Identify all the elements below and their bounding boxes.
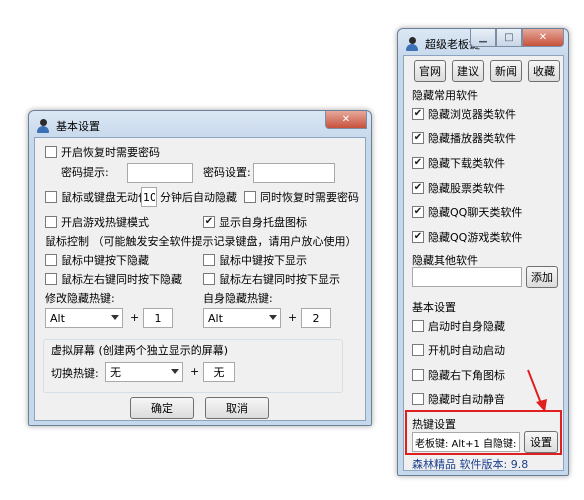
middle-hide-checkbox[interactable]: [45, 254, 57, 266]
close-button[interactable]: ✕: [325, 111, 367, 129]
restore-password-label: 开启恢复时需要密码: [61, 146, 160, 159]
autostart-label: 开机时自动启动: [428, 344, 505, 357]
hide-download-label: 隐藏下载类软件: [428, 157, 505, 170]
lr-show-label: 鼠标左右键同时按下显示: [219, 273, 340, 286]
hide-player-label: 隐藏播放器类软件: [428, 132, 516, 145]
self-plus-label: +: [288, 311, 298, 324]
auto-mute-checkbox[interactable]: [412, 393, 424, 405]
hide-on-start-label: 启动时自身隐藏: [428, 320, 505, 333]
hide-browser-checkbox[interactable]: ✔: [412, 108, 424, 120]
arrow-icon: [527, 369, 547, 412]
password-hint-input[interactable]: [127, 163, 193, 183]
restore-password-row: 开启恢复时需要密码: [45, 144, 160, 160]
tray-icon-checkbox[interactable]: ✔: [203, 216, 215, 228]
self-modifier-value: Alt: [208, 311, 223, 325]
self-modifier-select[interactable]: Alt: [203, 308, 281, 328]
other-software-input[interactable]: [412, 267, 522, 287]
idle-checkbox[interactable]: [45, 191, 57, 203]
hide-other-label: 隐藏其他软件: [412, 254, 478, 267]
boss-key-titlebar: 超级老板键: [404, 34, 480, 54]
game-mode-label: 开启游戏热键模式: [61, 216, 149, 229]
chevron-down-icon: [111, 315, 119, 320]
basic-settings-titlebar: 基本设置: [35, 116, 100, 136]
close-button[interactable]: ✕: [522, 29, 564, 47]
lr-show-checkbox[interactable]: [203, 273, 215, 285]
virtual-screen-label: 虚拟屏幕 (创建两个独立显示的屏幕): [51, 344, 229, 357]
switch-modifier-value: 无: [110, 366, 121, 379]
hide-browser-label: 隐藏浏览器类软件: [428, 108, 516, 121]
simultaneous-password-label: 同时恢复时需要密码: [260, 191, 359, 204]
game-mode-checkbox[interactable]: [45, 216, 57, 228]
hide-download-checkbox[interactable]: ✔: [412, 157, 424, 169]
modify-hide-hotkey-label: 修改隐藏热键:: [45, 292, 115, 305]
highlight-box: [405, 410, 562, 455]
idle-prefix-label: 鼠标或键盘无动作: [61, 191, 149, 204]
hide-player-checkbox[interactable]: ✔: [412, 132, 424, 144]
password-set-input[interactable]: [253, 163, 335, 183]
lr-hide-checkbox[interactable]: [45, 273, 57, 285]
hide-on-start-checkbox[interactable]: [412, 320, 424, 332]
idle-suffix-label: 分钟后自动隐藏: [160, 191, 237, 204]
restore-password-checkbox[interactable]: [45, 146, 57, 158]
hide-plus-label: +: [130, 311, 140, 324]
chevron-down-icon: [171, 369, 179, 374]
ok-button[interactable]: 确定: [130, 397, 194, 419]
hide-qq-game-label: 隐藏QQ游戏类软件: [428, 231, 523, 244]
basic-settings-title: 基本设置: [56, 120, 100, 133]
add-button[interactable]: 添加: [526, 266, 558, 288]
tray-icon-label: 显示自身托盘图标: [219, 216, 307, 229]
hide-common-label: 隐藏常用软件: [412, 89, 478, 102]
favorite-button[interactable]: 收藏: [528, 60, 560, 82]
idle-minutes-input[interactable]: [141, 187, 157, 207]
version-footer: 森林精品 软件版本: 9.8: [412, 458, 529, 471]
lr-hide-label: 鼠标左右键同时按下隐藏: [61, 273, 182, 286]
hide-qq-chat-checkbox[interactable]: ✔: [412, 206, 424, 218]
hide-modifier-value: Alt: [50, 311, 65, 325]
hide-modifier-select[interactable]: Alt: [45, 308, 123, 328]
minimize-icon: ▁: [479, 32, 487, 43]
middle-show-label: 鼠标中键按下显示: [219, 254, 307, 267]
mouse-control-label: 鼠标控制 （可能触发安全软件提示记录键盘，请用户放心使用）: [45, 235, 357, 248]
suggest-button[interactable]: 建议: [452, 60, 484, 82]
hide-stock-label: 隐藏股票类软件: [428, 182, 505, 195]
basic-settings-window: 基本设置 ✕ 开启恢复时需要密码 密码提示: 密码设置: 鼠标或键盘无动作 分钟…: [28, 110, 372, 426]
close-icon: ✕: [341, 114, 351, 125]
chevron-down-icon: [269, 315, 277, 320]
switch-hotkey-label: 切换热键:: [51, 367, 99, 380]
maximize-icon: □: [504, 32, 514, 43]
password-hint-label: 密码提示:: [61, 166, 109, 179]
hide-key-input[interactable]: [143, 308, 173, 328]
hide-tray-icon-checkbox[interactable]: [412, 369, 424, 381]
user-icon: [35, 118, 51, 134]
switch-key-input[interactable]: [203, 362, 235, 382]
switch-modifier-select[interactable]: 无: [105, 362, 183, 382]
hide-qq-game-checkbox[interactable]: ✔: [412, 231, 424, 243]
switch-plus-label: +: [190, 365, 200, 378]
password-set-label: 密码设置:: [203, 166, 251, 179]
user-icon: [404, 36, 420, 52]
middle-show-checkbox[interactable]: [203, 254, 215, 266]
close-icon: ✕: [538, 32, 548, 43]
hide-stock-checkbox[interactable]: ✔: [412, 182, 424, 194]
self-hide-hotkey-label: 自身隐藏热键:: [203, 292, 273, 305]
website-button[interactable]: 官网: [414, 60, 446, 82]
autostart-checkbox[interactable]: [412, 344, 424, 356]
cancel-button[interactable]: 取消: [205, 397, 269, 419]
news-button[interactable]: 新闻: [490, 60, 522, 82]
minimize-button[interactable]: ▁: [470, 29, 496, 47]
basic-section-label: 基本设置: [412, 301, 456, 314]
hide-qq-chat-label: 隐藏QQ聊天类软件: [428, 206, 523, 219]
self-key-input[interactable]: [301, 308, 331, 328]
maximize-button[interactable]: □: [496, 29, 522, 47]
simultaneous-password-checkbox[interactable]: [244, 191, 256, 203]
auto-mute-label: 隐藏时自动静音: [428, 393, 505, 406]
basic-settings-body: 开启恢复时需要密码 密码提示: 密码设置: 鼠标或键盘无动作 分钟后自动隐藏 同…: [34, 137, 366, 421]
middle-hide-label: 鼠标中键按下隐藏: [61, 254, 149, 267]
hide-tray-icon-label: 隐藏右下角图标: [428, 369, 505, 382]
